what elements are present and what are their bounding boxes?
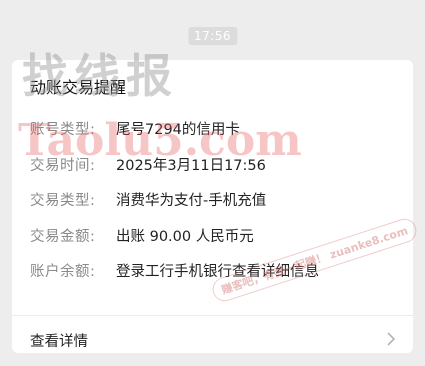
row-transaction-type: 交易类型: 消费华为支付-手机充值 <box>30 189 403 225</box>
account-balance-value: 登录工行手机银行查看详细信息 <box>116 264 319 280</box>
account-balance-label: 账户余额: <box>30 264 96 280</box>
row-transaction-amount: 交易金额: 出账 90.00 人民币元 <box>30 225 403 261</box>
transaction-amount-label: 交易金额: <box>30 228 96 245</box>
view-details-link[interactable]: 查看详情 <box>12 316 413 366</box>
transaction-time-label: 交易时间: <box>30 157 96 174</box>
transaction-type-value: 消费华为支付-手机充值 <box>116 193 267 209</box>
transaction-details: 账号类型: 尾号7294的信用卡 交易时间: 2025年3月11日17:56 交… <box>30 118 403 296</box>
chevron-right-icon <box>387 332 396 346</box>
transaction-amount-value: 出账 90.00 人民币元 <box>116 228 254 245</box>
row-account-balance: 账户余额: 登录工行手机银行查看详细信息 <box>30 260 403 296</box>
transaction-time-value: 2025年3月11日17:56 <box>116 157 266 174</box>
transaction-type-label: 交易类型: <box>30 193 96 209</box>
transaction-notification-card[interactable]: 动账交易提醒 账号类型: 尾号7294的信用卡 交易时间: 2025年3月11日… <box>12 60 413 353</box>
card-title: 动账交易提醒 <box>30 78 127 97</box>
row-transaction-time: 交易时间: 2025年3月11日17:56 <box>30 154 403 190</box>
account-type-label: 账号类型: <box>30 122 96 138</box>
account-type-value: 尾号7294的信用卡 <box>116 122 240 138</box>
row-account-type: 账号类型: 尾号7294的信用卡 <box>30 118 403 154</box>
message-timestamp: 17:56 <box>187 27 238 45</box>
view-details-label: 查看详情 <box>30 334 88 350</box>
